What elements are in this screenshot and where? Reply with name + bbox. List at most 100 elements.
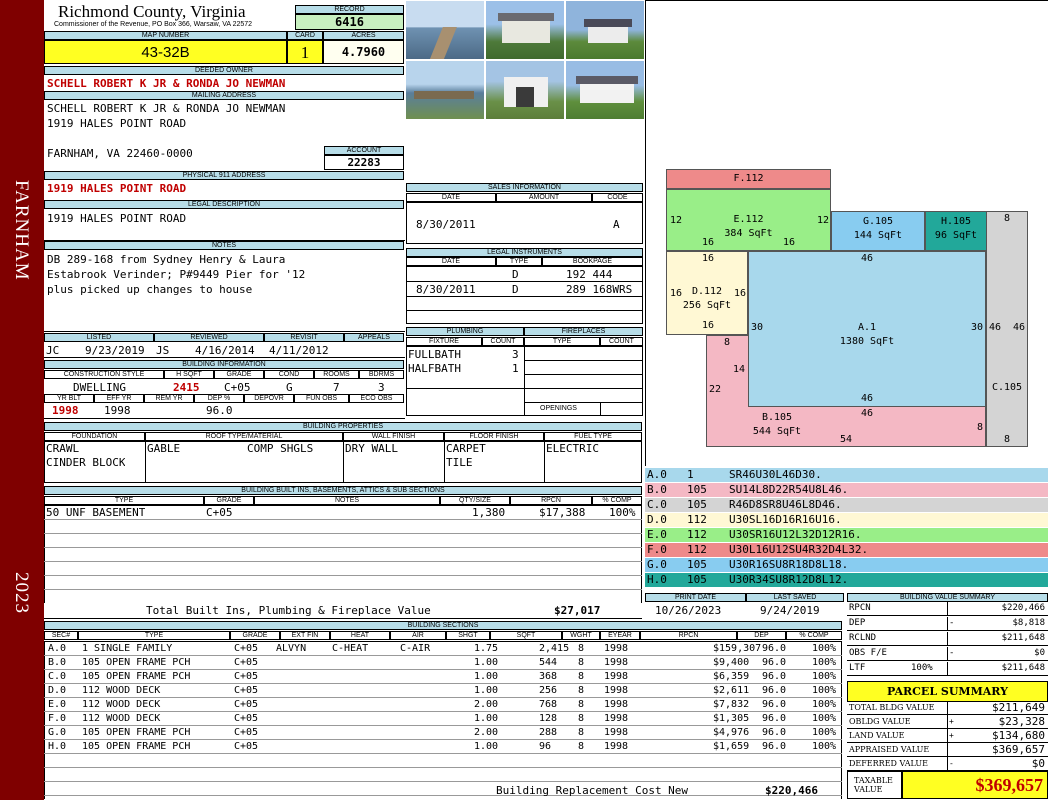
table-cell: 96.0 [762,657,787,668]
bl-col-grade: GRADE [204,496,254,505]
table-cell: 1998 [604,657,629,668]
dim-label: 46 [989,322,1002,333]
table-cell: C+05 [234,699,259,710]
taxable-value: $369,657 [902,771,1048,799]
instruments-col-date: DATE [406,257,496,266]
account-header: ACCOUNT [324,146,404,155]
parcel-cell: - [949,759,954,768]
legend-cell: SU14L8D22R54U8L46. [729,483,849,496]
fireplaces-col-type: TYPE [524,337,600,346]
table-cell: 1.00 [474,671,499,682]
listed-date: 9/23/2019 [85,344,145,357]
sections-col-header: % COMP [786,631,842,640]
notes-line-3: plus picked up changes to house [47,283,253,296]
last-saved-value: 9/24/2019 [760,604,820,617]
photo-house-rear [565,60,645,120]
acres-value: 4.7960 [323,40,404,64]
table-cell: $9,400 [713,657,750,668]
bi-col-yrblt: YR BLT [44,394,94,403]
sidebar-city: FARNHAM [11,180,32,281]
dim-label: 54 [840,434,853,445]
bl-qty: 1,380 [472,506,506,519]
bl-col-notes: NOTES [254,496,440,505]
dim-label: 16 [702,253,715,264]
divider [44,357,405,358]
physical-address-header: PHYSICAL 911 ADDRESS [44,171,404,180]
table-cell: 105 OPEN FRAME PCH [82,727,191,738]
mailing-line-3: FARNHAM, VA 22460-0000 [47,147,193,160]
instr-date-2: 8/30/2011 [416,283,476,296]
table-cell: 96.0 [762,671,787,682]
record-header: RECORD [295,5,404,14]
replacement-label: Building Replacement Cost New [496,784,689,797]
value-summary-row: RPCN $220,466 [847,602,1048,616]
bi-col-ecoobs: ECO OBS [349,394,404,403]
table-cell: C+05 [234,741,259,752]
text-node: 256 SqFt [682,300,732,311]
sidebar-year: 2023 [11,572,32,614]
physical-address-value: 1919 HALES POINT ROAD [47,182,187,195]
table-cell: C+05 [234,685,259,696]
legend-cell: 112 [687,543,707,556]
listed-header: LISTED [44,333,154,342]
table-row: F.0 112 WOOD DECK C+05 1.00 128 8 1998 $1,305 96… [0,712,1050,726]
parcel-row: DEFERRED VALUE - $0 [847,757,1048,771]
bi-yrblt: 1998 [52,404,79,417]
divider [544,441,545,483]
acres-header: ACRES [323,31,404,40]
revisit-header: REVISIT [264,333,344,342]
fireplaces-header: FIREPLACES [524,327,643,336]
legend-cell: 105 [687,498,707,511]
table-row: E.0 112 WOOD DECK C+05 2.00 768 8 1998 $7,832 96… [0,698,1050,712]
table-cell: C+05 [234,643,259,654]
table-cell: 100% [812,741,837,752]
table-cell: 96.0 [762,713,787,724]
bl-comp: 100% [609,506,636,519]
table-cell: 1 SINGLE FAMILY [82,643,173,654]
bi-hsqft: 2415 [173,381,200,394]
instruments-col-bookpage: BOOKPAGE [542,257,643,266]
bl-col-rpcn: RPCN [510,496,592,505]
table-row: C.0 105 OPEN FRAME PCH C+05 1.00 368 8 1998 $6,… [0,670,1050,684]
row-divider [44,795,842,796]
plumbing-header: PLUMBING [406,327,524,336]
dim-label: 8 [977,422,984,433]
prop-wall: DRY WALL [345,442,398,455]
legend-cell: 105 [687,573,707,586]
table-cell: C+05 [234,713,259,724]
divider [406,281,643,282]
legend-cell: B.0 [647,483,667,496]
table-cell: 112 WOOD DECK [82,685,161,696]
table-cell: C+05 [234,727,259,738]
prop-floor-2: TILE [446,456,473,469]
col-divider [947,617,948,631]
table-row: D.0 112 WOOD DECK C+05 1.00 256 8 1998 $2,611 96… [0,684,1050,698]
dim-label: 12 [670,215,683,226]
text-node: 1380 SqFt [839,336,895,347]
appeals-header: APPEALS [344,333,404,342]
prop-col-fuel: FUEL TYPE [544,432,642,441]
divider [406,388,643,389]
bl-type: 50 UNF BASEMENT [46,506,146,519]
map-number-header: MAP NUMBER [44,31,287,40]
table-cell: 1.00 [474,713,499,724]
sketch-area-h: H.105 96 SqFt [925,211,987,251]
dim-label: 30 [971,322,984,333]
row-divider [44,767,842,768]
card-header: CARD [287,31,323,40]
table-cell: 100% [812,643,837,654]
table-cell: $1,305 [713,713,750,724]
bi-style: DWELLING [73,381,126,394]
table-row: G.0 105 OPEN FRAME PCH C+05 2.00 288 8 1998 $4,… [0,726,1050,740]
value-summary-cell: DEP [849,618,866,628]
table-cell: 8 [578,685,585,696]
print-date-value: 10/26/2023 [655,604,722,617]
instr-bookpage-2: 289 168WRS [566,283,633,296]
sales-col-date: DATE [406,193,496,202]
legend-cell: 105 [687,558,707,571]
legend-row: F.0 112 U30L16U12SU4R32D4L32. [645,543,1048,558]
photo-shoreline [405,60,485,120]
table-cell: $2,611 [713,685,750,696]
bi-col-dep: DEP % [194,394,244,403]
plumbing-col-fixture: FIXTURE [406,337,482,346]
